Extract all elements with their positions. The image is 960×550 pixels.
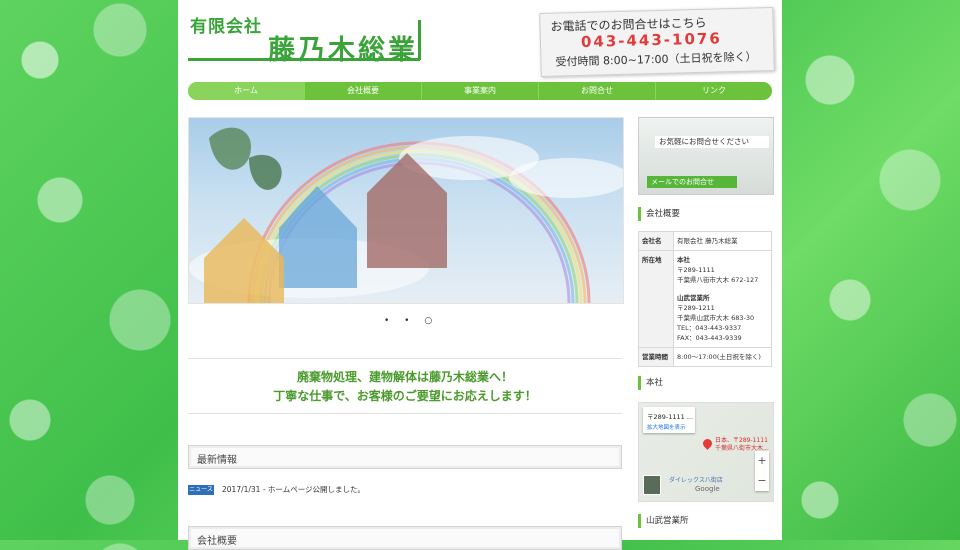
- map-address-card: 〒289-1111 ... 拡大地図を表示: [643, 407, 695, 433]
- news-heading-box: 最新情報: [188, 445, 622, 469]
- map-pin-icon[interactable]: [701, 437, 714, 450]
- table-value: 本社 〒289-1111 千葉県八街市大木 672-127 山武営業所 〒289…: [673, 250, 772, 348]
- nav-company[interactable]: 会社概要: [305, 82, 422, 100]
- table-row: 会社名 有限会社 藤乃木総業: [638, 231, 772, 251]
- news-item: ニュース 2017/1/31 - ホームページ公開しました。: [188, 484, 622, 496]
- nav-links[interactable]: リンク: [656, 82, 772, 100]
- hero-slider[interactable]: [188, 117, 624, 304]
- contact-banner[interactable]: お気軽にお問合せください メールでのお問合せ: [638, 117, 774, 195]
- table-key: 会社名: [638, 231, 674, 251]
- map-streetview-thumb[interactable]: [643, 475, 661, 495]
- zoom-out-button[interactable]: −: [755, 471, 769, 491]
- table-row: 営業時間 8:00～17:00(土日祝を除く): [638, 347, 772, 367]
- hq-label: 本社: [677, 256, 690, 264]
- map-place-label: ダイレックス八街店: [669, 477, 723, 484]
- map-zoom-control: + −: [755, 451, 769, 491]
- table-value: 有限会社 藤乃木総業: [673, 231, 772, 251]
- zoom-in-button[interactable]: +: [755, 451, 769, 471]
- sidebar-branch-title: 山武営業所: [638, 514, 780, 528]
- news-heading: 最新情報: [197, 455, 237, 466]
- nav-contact[interactable]: お問合せ: [539, 82, 656, 100]
- nav-business[interactable]: 事業案内: [422, 82, 539, 100]
- sidebar-hq-title: 本社: [638, 376, 780, 390]
- global-nav: ホーム 会社概要 事業案内 お問合せ リンク: [188, 82, 772, 100]
- nav-home[interactable]: ホーム: [188, 82, 305, 100]
- phone-hours: 受付時間 8:00~17:00（土日祝を除く）: [555, 50, 757, 69]
- hq-address: 千葉県八街市大木 672-127: [677, 276, 759, 284]
- hq-map[interactable]: 〒289-1111 ... 拡大地図を表示 日本、〒289-1111 千葉県八街…: [638, 402, 774, 502]
- phone-contact-banner: お電話でのお問合せはこちら 043-443-1076 受付時間 8:00~17:…: [539, 6, 775, 78]
- table-value: 8:00～17:00(土日祝を除く): [673, 347, 772, 367]
- branch-label: 山武営業所: [677, 294, 710, 302]
- map-enlarge-link[interactable]: 拡大地図を表示: [647, 423, 686, 431]
- sidebar-company-title: 会社概要: [638, 207, 780, 221]
- divider: [188, 358, 622, 359]
- banner-caption: お気軽にお問合せください: [655, 136, 769, 148]
- catch-line-2: 丁寧な仕事で、お客様のご要望にお応えします！: [273, 389, 537, 403]
- logo-small-text: 有限会社: [190, 17, 262, 37]
- table-key: 所在地: [638, 250, 674, 348]
- catch-copy: 廃棄物処理、建物解体は藤乃木総業へ！ 丁寧な仕事で、お客様のご要望にお応えします…: [188, 368, 622, 406]
- tel: TEL：043-443-9337: [677, 324, 742, 332]
- catch-line-1: 廃棄物処理、建物解体は藤乃木総業へ！: [296, 370, 513, 384]
- branch-zip: 〒289-1211: [677, 304, 715, 312]
- page-container: 有限会社 藤乃木総業 お電話でのお問合せはこちら 043-443-1076 受付…: [178, 0, 782, 550]
- news-text[interactable]: 2017/1/31 - ホームページ公開しました。: [222, 484, 365, 496]
- table-row: 所在地 本社 〒289-1111 千葉県八街市大木 672-127 山武営業所 …: [638, 250, 772, 348]
- logo-big-text: 藤乃木総業: [268, 35, 418, 66]
- company-info-table: 会社名 有限会社 藤乃木総業 所在地 本社 〒289-1111 千葉県八街市大木…: [638, 231, 772, 367]
- news-badge: ニュース: [188, 485, 214, 495]
- hero-image: [189, 127, 623, 303]
- site-logo[interactable]: 有限会社 藤乃木総業: [188, 12, 421, 66]
- google-logo: Google: [695, 485, 720, 493]
- hq-zip: 〒289-1111: [677, 266, 715, 274]
- logo-underline: [188, 58, 420, 61]
- slider-dots[interactable]: • • ○: [384, 316, 438, 326]
- divider: [188, 413, 622, 414]
- table-key: 営業時間: [638, 347, 674, 367]
- mail-contact-button[interactable]: メールでのお問合せ: [647, 176, 737, 188]
- phone-number: 043-443-1076: [580, 29, 722, 51]
- logo-bracket: [418, 20, 421, 60]
- fax: FAX：043-443-9339: [677, 334, 742, 342]
- company-heading-box: 会社概要: [188, 526, 622, 550]
- map-address: 〒289-1111 ...: [647, 413, 694, 421]
- branch-address: 千葉県山武市大木 683-30: [677, 314, 755, 322]
